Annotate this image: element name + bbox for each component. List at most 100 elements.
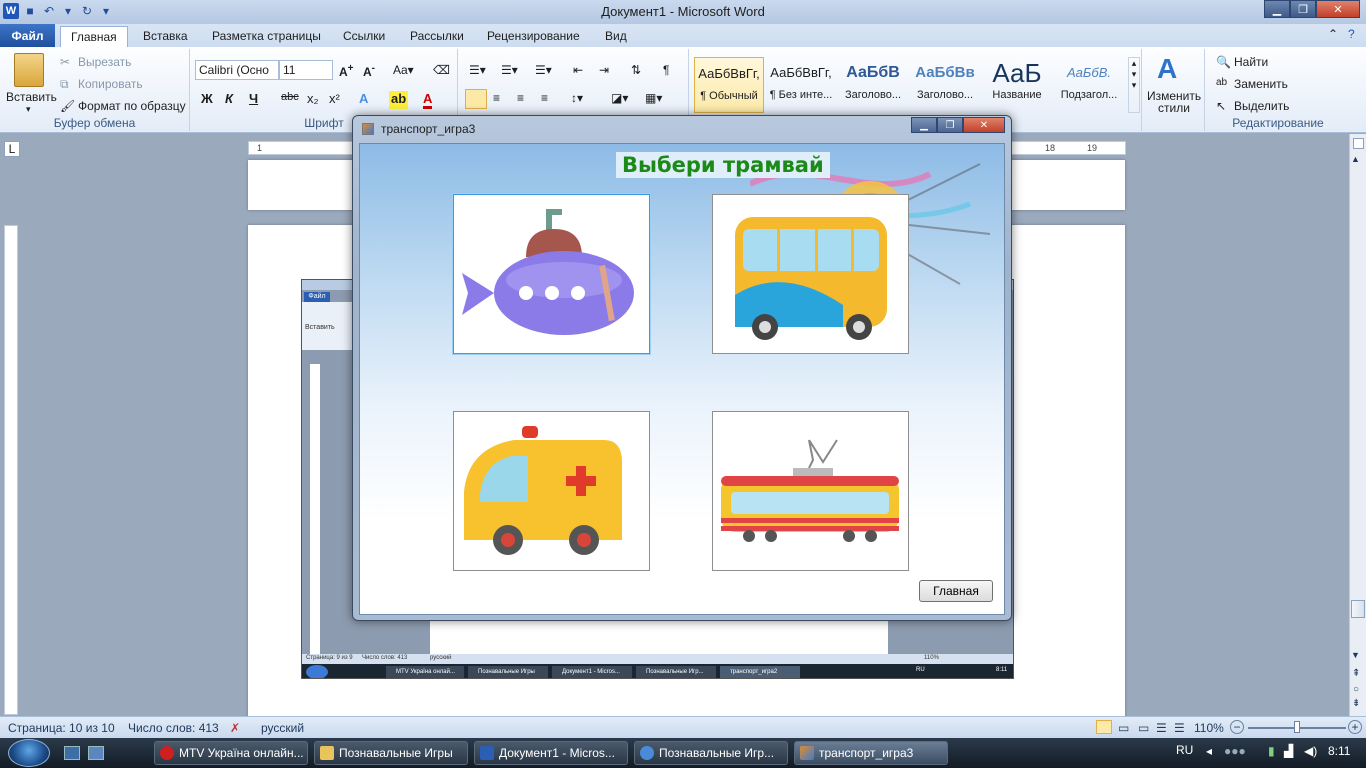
select-button[interactable]: Выделить [1234,99,1289,113]
change-styles-button[interactable]: Изменить стили [1147,90,1201,114]
outline-icon[interactable]: ☰ [1156,721,1167,735]
tab-selector-icon[interactable]: L [4,141,20,157]
language-indicator[interactable]: RU [1176,743,1193,757]
tab-page-layout[interactable]: Разметка страницы [202,26,331,47]
align-center-icon[interactable]: ≡ [493,91,500,105]
show-desktop-icon[interactable] [64,746,80,760]
text-effects-icon[interactable]: A [359,91,368,109]
language-status[interactable]: русский [261,721,304,735]
switch-windows-icon[interactable] [88,746,104,760]
cut-icon[interactable]: ✂ [60,55,70,69]
zoom-in-icon[interactable]: + [1348,720,1362,734]
start-button[interactable] [8,739,50,767]
numbering-icon[interactable]: ☰▾ [501,63,518,77]
superscript-icon[interactable]: x² [329,91,340,109]
multilevel-list-icon[interactable]: ☰▾ [535,63,552,77]
minimize-button[interactable]: ▁ [1264,0,1290,18]
print-layout-icon[interactable] [1096,720,1112,734]
decrease-indent-icon[interactable]: ⇤ [573,63,583,77]
game-close-button[interactable]: ✕ [963,117,1005,133]
card-ambulance[interactable] [453,411,650,571]
scroll-down-icon[interactable]: ▼ [1351,650,1360,660]
bold-button[interactable]: Ж [201,91,213,109]
tab-mailings[interactable]: Рассылки [400,26,474,47]
help-icon[interactable]: ? [1348,27,1355,41]
select-icon[interactable]: ↖ [1216,99,1226,113]
change-styles-icon[interactable]: A [1157,53,1177,85]
browse-object-icon[interactable]: ○ [1353,684,1359,695]
strikethrough-button[interactable]: abc [281,91,299,109]
scroll-up-icon[interactable]: ▲ [1351,154,1360,164]
underline-button[interactable]: Ч [249,91,258,109]
draft-icon[interactable]: ☰ [1174,721,1185,735]
clear-format-icon[interactable]: ⌫ [433,63,450,77]
style-title[interactable]: АаБ Название [982,57,1052,113]
taskbar-item-game[interactable]: транспорт_игра3 [794,741,948,765]
change-case-icon[interactable]: Aa▾ [393,63,414,77]
ruler-toggle-icon[interactable] [1353,138,1364,149]
style-heading-2[interactable]: АаБбВв Заголово... [910,57,980,113]
format-painter-button[interactable]: Формат по образцу [78,99,186,113]
tab-file[interactable]: Файл [0,24,55,48]
style-no-spacing[interactable]: АаБбВвГг, ¶ Без инте... [766,57,836,113]
tab-references[interactable]: Ссылки [333,26,395,47]
font-size-select[interactable]: 11 [279,60,333,80]
network-icon[interactable]: ▟ [1284,744,1293,758]
volume-icon[interactable]: ◀) [1304,744,1317,758]
zoom-out-icon[interactable]: − [1230,720,1244,734]
taskbar-item-folder[interactable]: Познавальные Игры [314,741,468,765]
font-color-icon[interactable]: A [423,91,433,109]
grow-font-icon[interactable]: A+ [339,63,354,79]
highlight-icon[interactable]: ab [389,91,409,109]
tray-device-icon[interactable]: ▮ [1268,744,1275,758]
borders-icon[interactable]: ▦▾ [645,91,662,105]
style-subtitle[interactable]: АаБбВ. Подзагол... [1054,57,1124,113]
tab-review[interactable]: Рецензирование [477,26,590,47]
vertical-scrollbar[interactable]: ▲ ▼ ⇞ ○ ⇟ [1349,134,1366,716]
page-count[interactable]: Страница: 10 из 10 [8,721,115,735]
close-button[interactable]: ✕ [1316,0,1360,18]
styles-scroll-icon[interactable]: ▴ ▾ ▾ [1128,57,1140,113]
pilcrow-icon[interactable]: ¶ [663,63,669,77]
format-painter-icon[interactable]: 🖌 [60,99,75,113]
paste-dropdown-icon[interactable]: ▾ [26,104,31,115]
card-tram[interactable] [712,411,909,571]
line-spacing-icon[interactable]: ↕▾ [571,91,583,105]
style-normal[interactable]: АаБбВвГг, ¶ Обычный [694,57,764,113]
taskbar-item-ie[interactable]: Познавальные Игр... [634,741,788,765]
card-submarine[interactable] [453,194,650,354]
paste-icon[interactable] [14,53,44,87]
help-chevron-icon[interactable]: ⌃ [1328,27,1338,41]
style-heading-1[interactable]: АаБбВ Заголово... [838,57,908,113]
bullets-icon[interactable]: ☰▾ [469,63,486,77]
next-page-icon[interactable]: ⇟ [1352,698,1360,709]
align-right-icon[interactable]: ≡ [517,91,524,105]
vertical-ruler[interactable] [4,225,18,715]
zoom-level[interactable]: 110% [1194,721,1224,735]
taskbar-item-opera[interactable]: MTV Україна онлайн... [154,741,308,765]
taskbar-item-word[interactable]: Документ1 - Micros... [474,741,628,765]
zoom-slider-thumb[interactable] [1294,721,1300,733]
tray-apps-icon[interactable]: ●●● [1224,744,1246,758]
find-icon[interactable]: 🔍 [1216,55,1231,69]
home-button[interactable]: Главная [919,580,993,602]
clock[interactable]: 8:11 [1328,744,1350,758]
shrink-font-icon[interactable]: A- [363,63,375,79]
replace-button[interactable]: Заменить [1234,77,1288,91]
web-layout-icon[interactable]: ▭ [1138,721,1149,735]
sort-icon[interactable]: ⇅ [631,63,641,77]
align-left-icon[interactable] [465,89,487,109]
proofing-icon[interactable]: ✗ [230,721,240,735]
game-maximize-button[interactable]: ❐ [937,117,963,133]
tab-view[interactable]: Вид [595,26,637,47]
maximize-button[interactable]: ❐ [1290,0,1316,18]
justify-icon[interactable]: ≡ [541,91,548,105]
tab-insert[interactable]: Вставка [133,26,198,47]
find-button[interactable]: Найти [1234,55,1268,69]
game-minimize-button[interactable]: ▁ [911,117,937,133]
increase-indent-icon[interactable]: ⇥ [599,63,609,77]
tray-expand-icon[interactable]: ◂ [1206,744,1212,758]
card-bus[interactable] [712,194,909,354]
replace-icon[interactable]: ab [1216,77,1227,88]
scroll-thumb[interactable] [1351,600,1365,618]
